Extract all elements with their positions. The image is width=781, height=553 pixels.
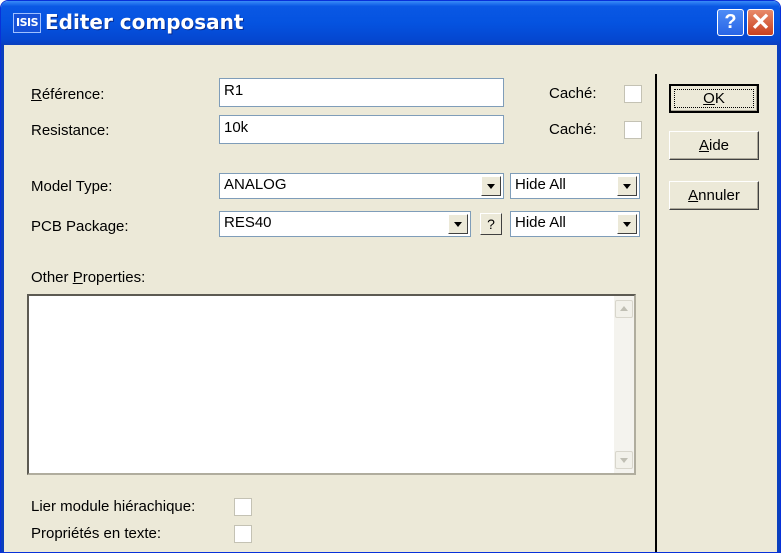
model-type-value: ANALOG xyxy=(224,176,287,193)
model-type-select[interactable]: ANALOG xyxy=(219,173,504,199)
chevron-down-icon[interactable] xyxy=(448,214,468,234)
text-properties-label: Propriétés en texte: xyxy=(31,525,162,542)
resistance-label: Resistance: xyxy=(31,122,110,139)
pcb-package-visibility-select[interactable]: Hide All xyxy=(510,211,640,237)
link-module-checkbox[interactable] xyxy=(234,498,252,516)
reference-hidden-checkbox[interactable] xyxy=(624,85,642,103)
resistance-hidden-checkbox[interactable] xyxy=(624,121,642,139)
package-browse-button[interactable]: ? xyxy=(480,213,502,235)
reference-input[interactable]: R1 xyxy=(219,78,504,107)
title-bar[interactable]: ISIS Editer composant ? ✕ xyxy=(1,1,780,45)
pcb-package-visibility-value: Hide All xyxy=(515,214,566,231)
window-frame-left xyxy=(1,45,4,552)
link-module-label: Lier module hiérachique: xyxy=(31,498,196,515)
chevron-down-icon[interactable] xyxy=(617,176,637,196)
other-properties-label: Other Properties: xyxy=(31,269,146,286)
ok-button[interactable]: OK xyxy=(669,84,759,113)
scroll-down-arrow-icon[interactable] xyxy=(615,451,633,469)
close-icon[interactable]: ✕ xyxy=(747,9,774,36)
textarea-scrollbar[interactable] xyxy=(614,296,634,473)
vertical-separator xyxy=(655,74,657,552)
chevron-down-icon[interactable] xyxy=(617,214,637,234)
pcb-package-select[interactable]: RES40 xyxy=(219,211,471,237)
isis-app-icon: ISIS xyxy=(13,13,41,33)
resistance-hidden-label: Caché: xyxy=(549,121,597,138)
help-button[interactable]: Aide xyxy=(669,131,759,160)
edit-component-dialog: ISIS Editer composant ? ✕ Référence: R1 … xyxy=(0,0,781,553)
text-properties-checkbox[interactable] xyxy=(234,525,252,543)
cancel-button[interactable]: Annuler xyxy=(669,181,759,210)
model-type-visibility-value: Hide All xyxy=(515,176,566,193)
resistance-input[interactable]: 10k xyxy=(219,115,504,144)
model-type-label: Model Type: xyxy=(31,178,113,195)
chevron-down-icon[interactable] xyxy=(481,176,501,196)
window-frame-right xyxy=(777,45,780,552)
scroll-up-arrow-icon[interactable] xyxy=(615,300,633,318)
pcb-package-value: RES40 xyxy=(224,214,272,231)
model-type-visibility-select[interactable]: Hide All xyxy=(510,173,640,199)
focus-rectangle xyxy=(674,89,754,108)
pcb-package-label: PCB Package: xyxy=(31,218,129,235)
help-title-button[interactable]: ? xyxy=(717,9,744,36)
window-title: Editer composant xyxy=(45,10,244,34)
other-properties-textarea[interactable] xyxy=(27,294,636,475)
reference-hidden-label: Caché: xyxy=(549,85,597,102)
reference-label: Référence: xyxy=(31,86,105,103)
